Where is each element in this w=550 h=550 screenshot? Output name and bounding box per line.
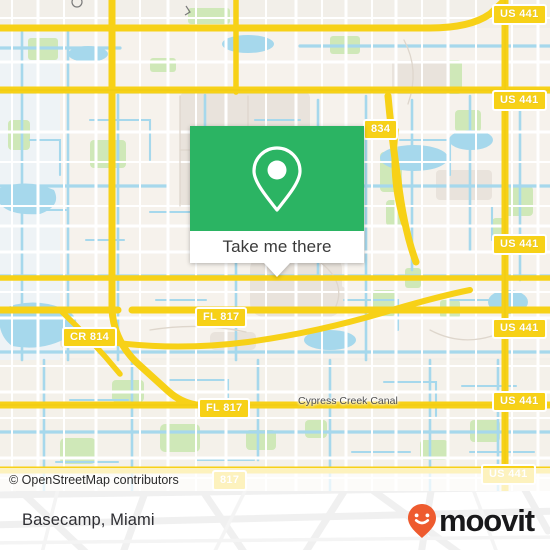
road-shield-us441-top: US 441	[492, 4, 547, 25]
road-shield-us441-2: US 441	[492, 90, 547, 111]
map-pin-icon	[252, 145, 302, 212]
moovit-wordmark: moovit	[438, 503, 535, 538]
road-shield-fl834: 834	[363, 119, 399, 140]
road-shield-us441-3: US 441	[492, 234, 547, 255]
road-shield-us441-4: US 441	[492, 318, 547, 339]
road-shield-us441-5: US 441	[492, 391, 547, 412]
place-name-label: Basecamp, Miami	[22, 511, 155, 529]
map-label-cypress-creek-canal: Cypress Creek Canal	[298, 395, 398, 407]
footer-bar: Basecamp, Miami moovit	[0, 491, 550, 550]
moovit-place-card-screen: .w { stroke:#a6d8ec; fill:none; stroke-l…	[0, 0, 550, 550]
moovit-pin-icon	[407, 503, 436, 538]
callout-pointer	[264, 263, 290, 277]
take-me-there-button[interactable]: Take me there	[190, 231, 364, 263]
road-shield-cr814: CR 814	[62, 327, 118, 348]
attribution-text: © OpenStreetMap contributors	[9, 472, 179, 487]
take-me-there-label: Take me there	[222, 237, 332, 256]
map-attribution[interactable]: © OpenStreetMap contributors	[0, 468, 550, 491]
road-shield-fl817-top: FL 817	[195, 307, 248, 328]
callout-image-area	[190, 126, 364, 231]
road-shield-fl817-mid: FL 817	[198, 398, 251, 419]
moovit-logo[interactable]: moovit	[407, 503, 535, 539]
place-callout-card[interactable]: Take me there	[190, 126, 364, 277]
map-canvas[interactable]: .w { stroke:#a6d8ec; fill:none; stroke-l…	[0, 0, 550, 491]
